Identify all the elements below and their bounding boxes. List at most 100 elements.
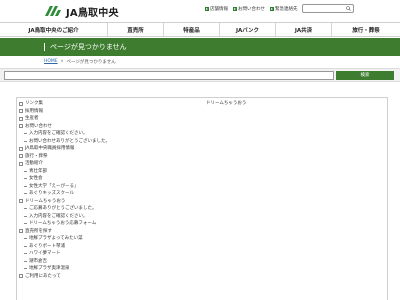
dash-bullet-icon: [24, 268, 27, 270]
search-button[interactable]: 検索: [336, 71, 394, 80]
sitemap-link-label: 女性大学「えーがーる」: [29, 183, 79, 189]
sitemap-left-column: リンク集 採用情報 生産者 お問い合わせ 入力内容をご確認ください。 お問い合わせありがと…: [19, 100, 189, 280]
checkbox-bullet-icon: [19, 229, 23, 234]
logo-text: JA鳥取中央: [66, 7, 119, 19]
checkbox-bullet-icon: [19, 116, 23, 121]
site-search-bar: 検索: [0, 68, 400, 82]
nav-item-specialties[interactable]: 特産品: [164, 23, 220, 36]
breadcrumb-home[interactable]: HOME: [44, 59, 58, 65]
sitemap-link-label: あぐりキッズスクール: [29, 191, 74, 196]
sitemap-link-label: ドリームちゃうおう応募フォーム: [29, 221, 97, 226]
sitemap-link[interactable]: ハワイ夢マート: [19, 250, 189, 258]
arrow-right-icon: [233, 7, 237, 11]
util-link-contact[interactable]: お問い合わせ: [233, 6, 265, 12]
dash-bullet-icon: [24, 260, 27, 262]
dash-bullet-icon: [24, 215, 27, 217]
search-icon[interactable]: [346, 6, 351, 11]
sitemap-link[interactable]: ドリームちゃうおう: [205, 100, 375, 108]
sitemap-link[interactable]: 潮市倉吉: [19, 258, 189, 266]
sitemap-right-column: ドリームちゃうおう: [205, 100, 375, 108]
sitemap-link[interactable]: 生産者: [19, 115, 189, 123]
sitemap-link-label: 活動紹介: [25, 161, 43, 166]
sitemap-link-label: ご応募ありがとうございました。: [29, 206, 97, 211]
sitemap-link[interactable]: JA鳥取中央職員採用情報: [19, 145, 189, 153]
sitemap-link[interactable]: 旅行・葬祭: [19, 153, 189, 161]
utility-links: 店舗情報 お問い合わせ 緊急連絡先: [205, 6, 298, 12]
site-header: JA鳥取中央 店舗情報 お問い合わせ 緊急連絡先: [0, 0, 400, 22]
util-link-emergency[interactable]: 緊急連絡先: [270, 6, 298, 12]
dash-bullet-icon: [24, 140, 27, 142]
header-search-input[interactable]: [302, 4, 354, 13]
dash-bullet-icon: [24, 245, 27, 247]
dash-bullet-icon: [24, 133, 27, 135]
sitemap-link-label: 生産者: [25, 116, 39, 121]
sitemap-link-label: 潮市倉吉: [29, 258, 47, 264]
sitemap-link[interactable]: ご利用にあたって: [19, 273, 189, 281]
sitemap-link[interactable]: あぐりポート琴浦: [19, 243, 189, 251]
checkbox-bullet-icon: [19, 274, 23, 279]
sitemap-link[interactable]: リンク集: [19, 100, 189, 108]
dash-bullet-icon: [24, 253, 27, 255]
breadcrumb-separator: »: [60, 59, 64, 64]
sitemap-link[interactable]: お問い合わせ: [19, 123, 189, 131]
sitemap-link-label: 地鮮プラザよってみたい菜: [29, 236, 83, 241]
sitemap-link-label: ハワイ夢マート: [29, 251, 61, 256]
sitemap-link[interactable]: 入力内容をご確認ください。: [19, 213, 189, 221]
sitemap-link[interactable]: 地鮮プラザ奥津温泉: [19, 265, 189, 273]
page-title: ページが見つかりません: [50, 43, 127, 51]
dash-bullet-icon: [24, 193, 27, 195]
nav-item-ja-kyosai[interactable]: JA共済: [276, 23, 332, 36]
sitemap-link[interactable]: ドリームちゃうおう: [19, 198, 189, 206]
sitemap-link-label: 入力内容をご確認ください。: [29, 131, 88, 136]
sitemap-link[interactable]: 直売所を探す: [19, 228, 189, 236]
sitemap-link-label: 直売所を探す: [25, 228, 52, 234]
sitemap-link-label: 入力内容をご確認ください。: [29, 213, 88, 219]
sitemap-link-label: 青壮年部: [29, 168, 47, 174]
site-search-input[interactable]: [4, 71, 334, 80]
sitemap-link-label: リンク集: [25, 101, 43, 106]
sitemap-link[interactable]: ドリームちゃうおう応募フォーム: [19, 220, 189, 228]
sitemap-link-label: 旅行・葬祭: [25, 153, 48, 159]
util-link-stores[interactable]: 店舗情報: [205, 6, 228, 12]
sitemap-link[interactable]: 青壮年部: [19, 168, 189, 176]
sitemap-link-label: JA鳥取中央職員採用情報: [25, 146, 75, 151]
sitemap-link[interactable]: ご応募ありがとうございました。: [19, 205, 189, 213]
sitemap-link[interactable]: お問い合わせありがとうございました。: [19, 138, 189, 146]
site-logo[interactable]: JA鳥取中央: [45, 4, 119, 19]
dash-bullet-icon: [24, 178, 27, 180]
sitemap-link-label: 地鮮プラザ奥津温泉: [29, 266, 70, 271]
sitemap-link[interactable]: 採用情報: [19, 108, 189, 116]
dash-bullet-icon: [24, 170, 27, 172]
sitemap-link[interactable]: 地鮮プラザよってみたい菜: [19, 235, 189, 243]
sitemap-link-label: あぐりポート琴浦: [29, 243, 65, 249]
nav-item-travel-funeral[interactable]: 旅行・葬祭: [332, 23, 400, 36]
sitemap-link-label: ドリームちゃうおう: [206, 101, 247, 106]
checkbox-bullet-icon: [19, 109, 23, 114]
dash-bullet-icon: [24, 238, 27, 240]
checkbox-bullet-icon: [19, 199, 23, 204]
dash-bullet-icon: [24, 185, 27, 187]
nav-item-ja-bank[interactable]: JAバンク: [220, 23, 276, 36]
arrow-right-icon: [205, 7, 209, 11]
sitemap-link-label: 採用情報: [25, 108, 43, 114]
nav-item-direct-sales[interactable]: 直売所: [108, 23, 164, 36]
sitemap-link[interactable]: 女性大学「えーがーる」: [19, 183, 189, 191]
sitemap-link[interactable]: 入力内容をご確認ください。: [19, 130, 189, 138]
title-divider: [44, 43, 45, 51]
sitemap-link[interactable]: 活動紹介: [19, 160, 189, 168]
sitemap-link-label: ドリームちゃうおう: [25, 198, 66, 204]
sitemap-link-label: お問い合わせありがとうございました。: [29, 138, 110, 144]
breadcrumb: HOME » ページが見つかりません: [44, 59, 116, 65]
sitemap-link[interactable]: 女性会: [19, 175, 189, 183]
sitemap-link-label: ご利用にあたって: [25, 273, 61, 279]
checkbox-bullet-icon: [19, 146, 23, 151]
page-title-band: ページが見つかりません: [0, 38, 400, 56]
sitemap-link[interactable]: あぐりキッズスクール: [19, 190, 189, 198]
checkbox-bullet-icon: [19, 161, 23, 166]
dash-bullet-icon: [24, 208, 27, 210]
nav-item-about[interactable]: JA鳥取中央のご紹介: [0, 23, 108, 36]
sitemap-link-label: お問い合わせ: [25, 123, 52, 129]
breadcrumb-current: ページが見つかりません: [66, 60, 116, 65]
sitemap: リンク集 採用情報 生産者 お問い合わせ 入力内容をご確認ください。 お問い合わせありがと…: [16, 97, 388, 300]
global-nav: JA鳥取中央のご紹介 直売所 特産品 JAバンク JA共済 旅行・葬祭: [0, 22, 400, 37]
